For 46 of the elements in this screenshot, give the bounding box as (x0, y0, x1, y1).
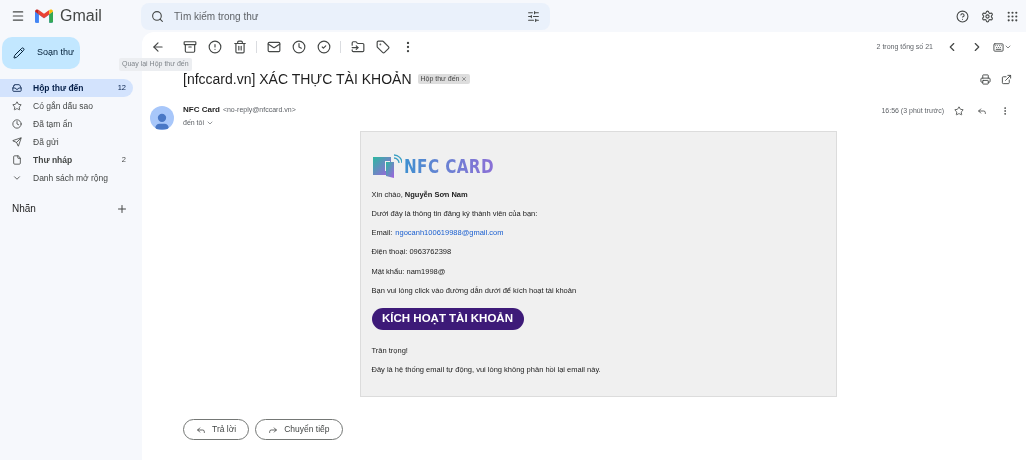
inbox-icon (12, 83, 22, 93)
new-window-icon[interactable] (1001, 73, 1012, 85)
search-input[interactable]: Tìm kiếm trong thư (174, 8, 517, 24)
mail-icon (266, 40, 281, 54)
search-field[interactable]: Tìm kiếm trong thư (141, 2, 550, 30)
chevron-down-icon (12, 173, 22, 183)
send-icon (12, 137, 22, 147)
menu-icon[interactable] (11, 9, 25, 23)
forward-icon (268, 424, 279, 435)
print-icon[interactable] (980, 73, 991, 85)
help-icon[interactable] (956, 9, 969, 23)
caret-icon (1004, 43, 1012, 51)
sidebar-item[interactable]: Danh sách mở rộng (0, 169, 133, 187)
message-subject: [nfccard.vn] XÁC THỰC TÀI KHOẢN (183, 69, 412, 89)
pencil-icon (13, 47, 25, 59)
app-name: Gmail (60, 6, 102, 26)
clock-icon (12, 119, 22, 129)
archive-icon (182, 40, 197, 54)
keyboard-icon (993, 41, 1004, 53)
reply-icon (196, 424, 206, 435)
search-icon (151, 9, 164, 23)
activate-account-button[interactable]: KÍCH HOẠT TÀI KHOẢN (371, 308, 524, 330)
file-icon (12, 155, 22, 165)
settings-icon[interactable] (981, 9, 994, 23)
snooze-icon (291, 40, 306, 54)
sidebar-item[interactable]: Đã gửi (0, 133, 133, 151)
label-icon (375, 40, 390, 54)
labels-heading: Nhãn (12, 202, 36, 216)
compose-button[interactable]: Soạn thư (2, 37, 80, 69)
star-icon (12, 101, 22, 111)
add-task-icon (316, 40, 331, 54)
input-tools-button[interactable] (993, 41, 1012, 53)
move-icon (350, 40, 365, 54)
reply-icon[interactable] (977, 106, 987, 116)
sidebar-item[interactable]: Có gắn dấu sao (0, 97, 133, 115)
filter-icon[interactable] (527, 9, 540, 23)
gmail-logo-icon (35, 9, 53, 23)
sidebar-item[interactable]: Đã tạm ẩn (0, 115, 133, 133)
apps-icon[interactable] (1006, 9, 1019, 23)
sender-name: NFC Card (183, 104, 220, 116)
delete-icon (232, 40, 247, 54)
nfc-card-logo-icon (371, 153, 402, 180)
plus-icon[interactable] (116, 202, 128, 215)
back-icon (150, 40, 165, 54)
report-icon (207, 40, 222, 54)
star-icon[interactable] (954, 106, 964, 116)
